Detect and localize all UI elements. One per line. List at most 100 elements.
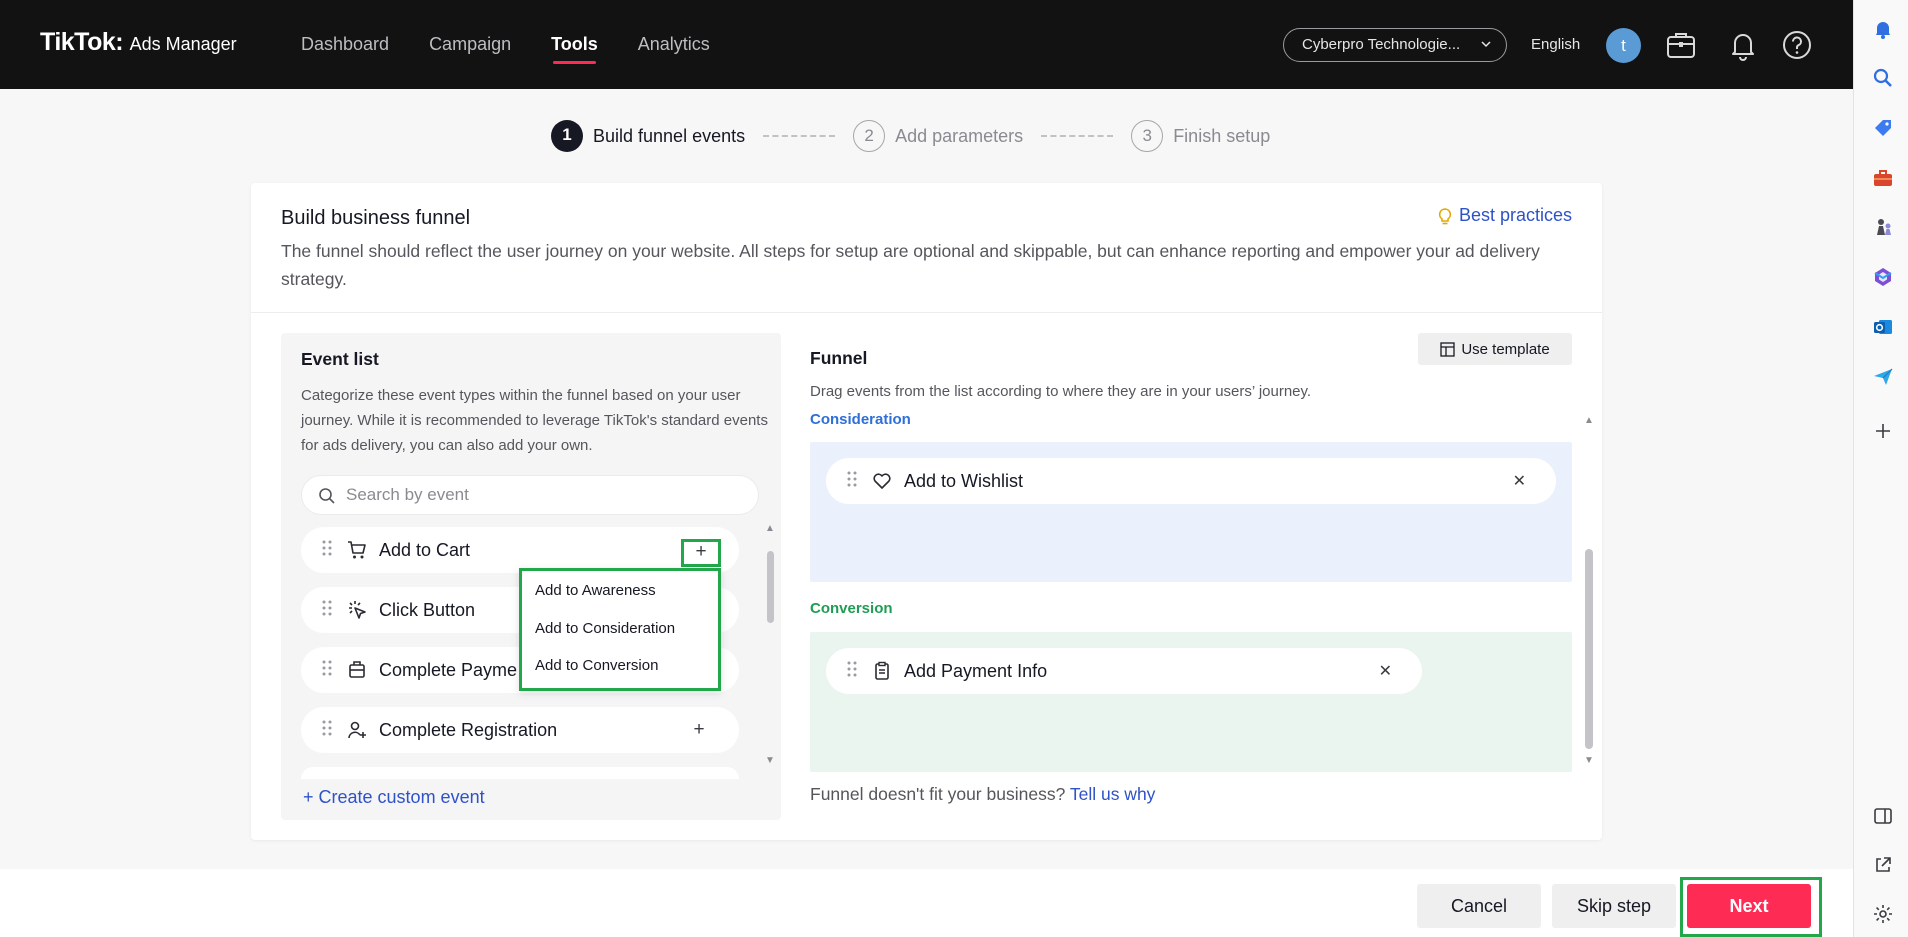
briefcase-icon[interactable] <box>1664 28 1698 62</box>
scrollbar-thumb[interactable] <box>767 551 774 623</box>
user-add-icon <box>347 720 367 740</box>
use-template-label: Use template <box>1461 340 1550 358</box>
search-input[interactable] <box>346 476 746 514</box>
avatar[interactable]: t <box>1606 28 1641 63</box>
main-nav: Dashboard Campaign Tools Analytics <box>301 0 750 89</box>
settings-gear-icon[interactable] <box>1872 903 1894 925</box>
remove-close-icon[interactable]: ✕ <box>1379 661 1392 681</box>
search-icon[interactable] <box>1872 67 1894 89</box>
wallet-icon <box>347 660 367 680</box>
build-funnel-card: Build business funnel Best practices The… <box>251 183 1602 840</box>
event-item-label: Click Button <box>379 599 476 620</box>
scroll-up-icon[interactable]: ▲ <box>765 523 775 534</box>
brand-name: TikTok <box>40 28 116 56</box>
notification-bell-icon[interactable] <box>1872 18 1894 40</box>
card-description: The funnel should reflect the user journ… <box>281 241 1540 289</box>
next-button[interactable]: Next <box>1687 884 1811 928</box>
funnel-item-label: Add to Wishlist <box>904 470 1024 491</box>
funnel-description: Drag events from the list according to w… <box>810 383 1312 400</box>
add-event-plus-icon[interactable]: + <box>689 720 709 740</box>
conversion-dropzone[interactable]: Add Payment Info ✕ <box>810 632 1572 772</box>
skip-step-button[interactable]: Skip step <box>1552 884 1676 928</box>
tell-us-why-link[interactable]: Tell us why <box>1070 784 1156 804</box>
menu-add-to-consideration[interactable]: Add to Consideration <box>535 620 675 637</box>
funnel-scrollbar-thumb[interactable] <box>1585 549 1593 749</box>
create-custom-event-label: Create custom event <box>318 787 485 807</box>
chess-icon[interactable] <box>1872 216 1894 238</box>
toolbox-icon[interactable] <box>1872 167 1894 189</box>
drag-handle-icon[interactable] <box>321 599 333 622</box>
step-3-label: Finish setup <box>1173 125 1271 146</box>
funnel-title: Funnel <box>810 348 868 368</box>
create-custom-event-link[interactable]: + Create custom event <box>303 787 485 808</box>
step-divider <box>763 135 836 137</box>
add-event-plus-button[interactable]: + <box>681 539 721 567</box>
menu-add-to-conversion[interactable]: Add to Conversion <box>535 657 658 674</box>
nav-tools[interactable]: Tools <box>551 0 598 89</box>
click-icon <box>347 600 367 620</box>
drag-handle-icon[interactable] <box>846 470 858 493</box>
microsoft-365-icon[interactable] <box>1872 266 1894 288</box>
app: TikTok: Ads Manager Dashboard Campaign T… <box>0 0 1853 937</box>
brand-sub: Ads Manager <box>129 34 237 54</box>
nav-campaign[interactable]: Campaign <box>429 0 511 89</box>
drag-handle-icon[interactable] <box>321 659 333 682</box>
conversion-label: Conversion <box>810 600 893 617</box>
step-1-label: Build funnel events <box>593 125 746 146</box>
event-list-scrollbar[interactable]: ▲ ▼ <box>765 523 775 766</box>
clipboard-icon <box>872 661 892 681</box>
drag-handle-icon[interactable] <box>846 660 858 683</box>
remove-close-icon[interactable]: ✕ <box>1513 471 1526 491</box>
scroll-up-icon[interactable]: ▲ <box>1584 415 1594 426</box>
account-name: Cyberpro Technologie... <box>1302 36 1461 53</box>
plus-icon: + <box>303 787 319 807</box>
step-1-number: 1 <box>551 120 583 152</box>
chevron-down-icon <box>1480 29 1492 73</box>
scroll-down-icon[interactable]: ▼ <box>765 755 775 766</box>
search-icon <box>319 488 335 504</box>
language-selector[interactable]: English <box>1531 36 1580 53</box>
event-search <box>301 475 759 515</box>
event-list-title: Event list <box>301 349 379 369</box>
funnel-feedback-text: Funnel doesn't fit your business? <box>810 784 1066 804</box>
drag-handle-icon[interactable] <box>321 539 333 562</box>
tiktok-ads-logo[interactable]: TikTok: Ads Manager <box>40 28 237 57</box>
external-link-icon[interactable] <box>1872 854 1894 876</box>
event-item-label: Add to Cart <box>379 539 471 560</box>
event-item-complete-registration[interactable]: Complete Registration + <box>301 707 739 753</box>
add-icon[interactable] <box>1872 420 1894 442</box>
event-item-add-to-cart[interactable]: Add to Cart <box>301 527 739 573</box>
bell-icon[interactable] <box>1726 28 1760 62</box>
step-3-number: 3 <box>1131 120 1164 152</box>
nav-dashboard[interactable]: Dashboard <box>301 0 389 89</box>
setup-stepper: 1 Build funnel events 2 Add parameters 3… <box>551 120 1270 152</box>
browser-sidebar <box>1853 0 1908 937</box>
add-to-stage-menu: Add to Awareness Add to Consideration Ad… <box>519 568 721 691</box>
card-title: Build business funnel <box>281 207 471 229</box>
tag-icon[interactable] <box>1872 117 1894 139</box>
cart-icon <box>347 540 367 560</box>
heart-plus-icon <box>872 471 892 491</box>
template-icon <box>1440 341 1455 357</box>
brand-colon: : <box>115 28 124 56</box>
consideration-dropzone[interactable]: Add to Wishlist ✕ <box>810 442 1572 582</box>
step-2-number: 2 <box>853 120 886 152</box>
send-icon[interactable] <box>1872 366 1894 388</box>
menu-add-to-awareness[interactable]: Add to Awareness <box>535 582 656 599</box>
account-selector[interactable]: Cyberpro Technologie... <box>1283 28 1507 62</box>
scroll-down-icon[interactable]: ▼ <box>1584 755 1594 766</box>
nav-analytics[interactable]: Analytics <box>638 0 710 89</box>
event-item-label: Complete Payme <box>379 659 518 680</box>
outlook-icon[interactable] <box>1872 316 1894 338</box>
use-template-button[interactable]: Use template <box>1418 333 1572 365</box>
help-icon[interactable] <box>1780 28 1814 62</box>
funnel-item-label: Add Payment Info <box>904 660 1048 681</box>
event-item-label: Complete Registration <box>379 719 558 740</box>
sidebar-panel-icon[interactable] <box>1872 805 1894 827</box>
event-item-partial <box>301 767 739 779</box>
funnel-item-add-to-wishlist[interactable]: Add to Wishlist ✕ <box>826 458 1556 504</box>
cancel-button[interactable]: Cancel <box>1417 884 1541 928</box>
funnel-item-add-payment-info[interactable]: Add Payment Info ✕ <box>826 648 1422 694</box>
drag-handle-icon[interactable] <box>321 719 333 742</box>
best-practices-link[interactable]: Best practices <box>1437 205 1572 226</box>
